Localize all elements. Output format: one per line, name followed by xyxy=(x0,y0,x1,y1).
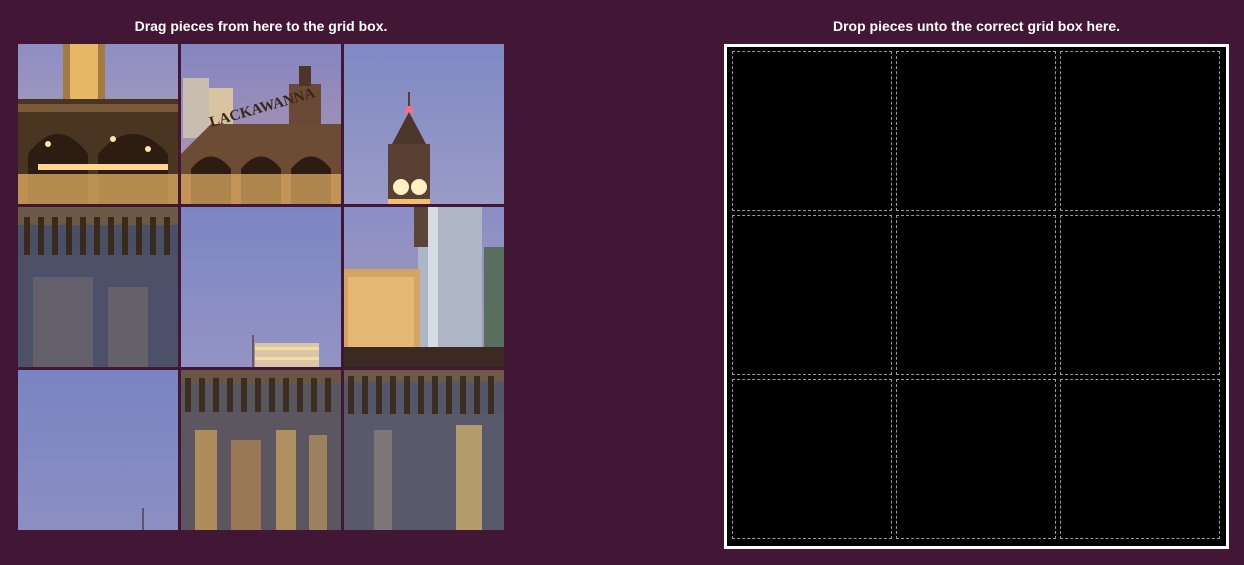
puzzle-piece-sky-with-building-top[interactable] xyxy=(181,207,341,367)
source-pieces-area: LACKAWANNA xyxy=(18,44,504,530)
drop-cell[interactable] xyxy=(896,379,1056,539)
drop-cell[interactable] xyxy=(1060,51,1220,211)
puzzle-piece-lackawanna-terminal[interactable]: LACKAWANNA xyxy=(181,44,341,204)
drop-cell[interactable] xyxy=(732,51,892,211)
drop-cell[interactable] xyxy=(732,379,892,539)
puzzle-piece-pier-reflection-left[interactable] xyxy=(18,207,178,367)
drop-cell[interactable] xyxy=(732,215,892,375)
puzzle-piece-sky-corner[interactable] xyxy=(18,370,178,530)
puzzle-piece-pier-reflection-right[interactable] xyxy=(344,370,504,530)
puzzle-piece-skyline-towers[interactable] xyxy=(344,207,504,367)
puzzle-piece-clock-tower[interactable] xyxy=(344,44,504,204)
puzzle-piece-terminal-arch-left[interactable] xyxy=(18,44,178,204)
drop-caption: Drop pieces unto the correct grid box he… xyxy=(832,18,1121,34)
drop-cell[interactable] xyxy=(1060,215,1220,375)
drop-grid-box xyxy=(724,44,1229,549)
drop-cell[interactable] xyxy=(1060,379,1220,539)
drop-cell[interactable] xyxy=(896,51,1056,211)
puzzle-piece-pier-reflection-center[interactable] xyxy=(181,370,341,530)
source-caption: Drag pieces from here to the grid box. xyxy=(134,18,388,34)
drop-cell[interactable] xyxy=(896,215,1056,375)
